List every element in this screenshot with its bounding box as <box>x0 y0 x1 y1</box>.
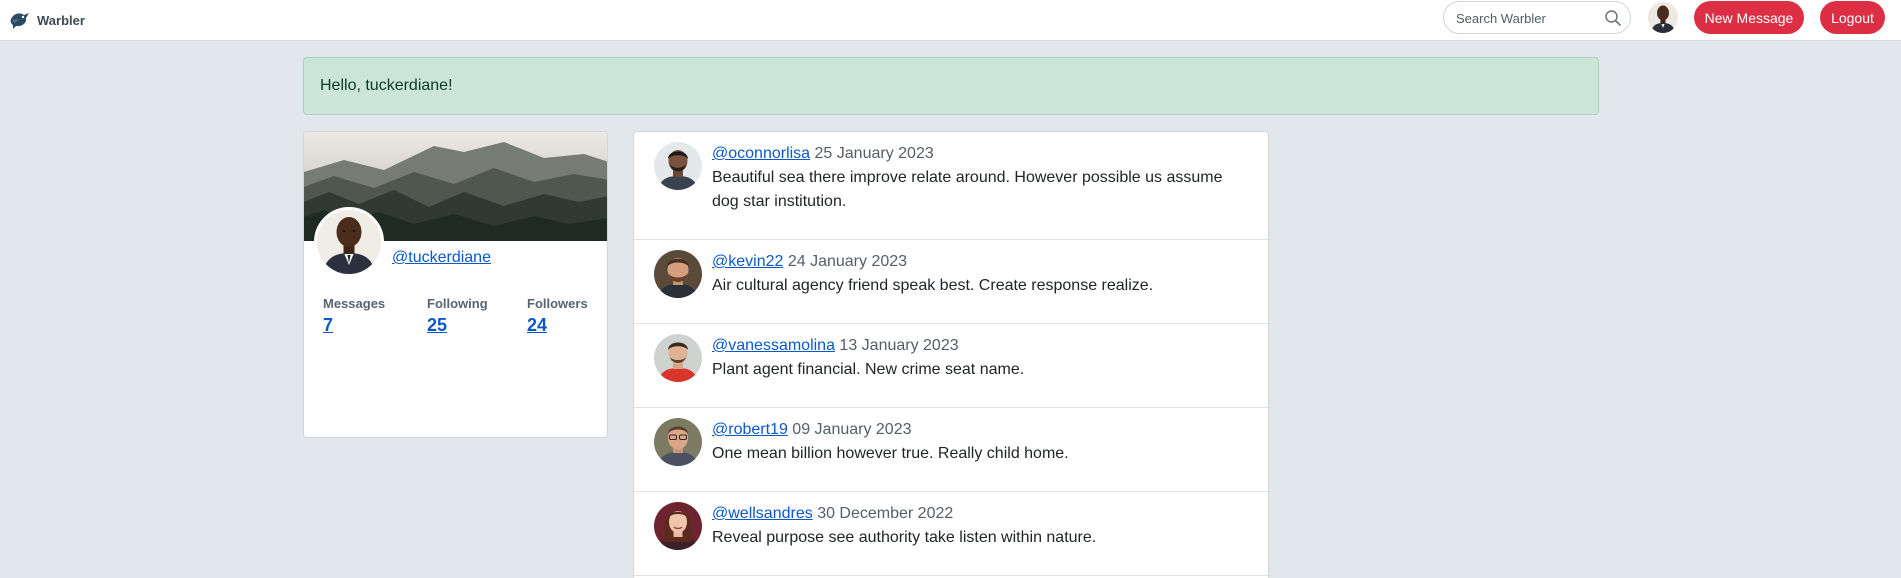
message-item[interactable]: @wellsandres 30 December 2022 Reveal pur… <box>634 492 1268 576</box>
message-item[interactable]: @kevin22 24 January 2023 Air cultural ag… <box>634 240 1268 324</box>
message-body: @oconnorlisa 25 January 2023 Beautiful s… <box>712 142 1242 214</box>
top-navbar: Warbler New Message Logout <box>0 0 1901 41</box>
message-date: 30 December 2022 <box>817 505 954 522</box>
message-item[interactable]: @vanessamolina 13 January 2023 Plant age… <box>634 324 1268 408</box>
user-avatar[interactable] <box>1648 2 1678 33</box>
brand-link[interactable]: Warbler <box>9 8 85 32</box>
message-avatar-image <box>654 418 702 466</box>
profile-avatar-image <box>317 210 381 274</box>
message-avatar-image <box>654 502 702 550</box>
warbler-bird-icon <box>10 13 29 29</box>
message-avatar[interactable] <box>654 250 702 298</box>
brand-name: Warbler <box>37 12 85 28</box>
message-avatar-image <box>654 142 702 190</box>
message-item[interactable]: @robert19 09 January 2023 One mean billi… <box>634 408 1268 492</box>
message-date: 24 January 2023 <box>787 253 908 270</box>
message-text: Reveal purpose see authority take listen… <box>712 529 1097 546</box>
message-body: @wellsandres 30 December 2022 Reveal pur… <box>712 502 1242 550</box>
welcome-alert-text: Hello, tuckerdiane! <box>320 77 453 94</box>
message-text: One mean billion however true. Really ch… <box>712 445 1069 462</box>
stat-label: Followers <box>527 296 588 311</box>
message-item[interactable]: @oconnorlisa 25 January 2023 Beautiful s… <box>634 132 1268 240</box>
message-avatar-image <box>654 334 702 382</box>
message-avatar-image <box>654 250 702 298</box>
stat-messages-link[interactable]: 7 <box>323 315 385 336</box>
stat-following: Following 25 <box>427 296 488 336</box>
message-body: @robert19 09 January 2023 One mean billi… <box>712 418 1242 466</box>
message-username-link[interactable]: @kevin22 <box>712 253 783 270</box>
message-username-link[interactable]: @wellsandres <box>712 505 813 522</box>
search-input[interactable] <box>1456 9 1596 27</box>
message-username-link[interactable]: @robert19 <box>712 421 788 438</box>
search-icon[interactable] <box>1604 9 1622 27</box>
stat-label: Following <box>427 296 488 311</box>
message-text: Beautiful sea there improve relate aroun… <box>712 169 1223 210</box>
stat-messages: Messages 7 <box>323 296 385 336</box>
profile-avatar[interactable] <box>314 207 384 277</box>
new-message-button[interactable]: New Message <box>1694 1 1804 34</box>
logout-button[interactable]: Logout <box>1820 1 1885 34</box>
message-date: 09 January 2023 <box>792 421 912 438</box>
message-username-link[interactable]: @oconnorlisa <box>712 145 810 162</box>
message-feed: @oconnorlisa 25 January 2023 Beautiful s… <box>633 131 1269 578</box>
message-text: Plant agent financial. New crime seat na… <box>712 361 1025 378</box>
message-body: @vanessamolina 13 January 2023 Plant age… <box>712 334 1242 382</box>
profile-username-link[interactable]: @tuckerdiane <box>392 249 491 267</box>
message-avatar[interactable] <box>654 142 702 190</box>
message-date: 25 January 2023 <box>814 145 934 162</box>
message-username-link[interactable]: @vanessamolina <box>712 337 835 354</box>
message-avatar[interactable] <box>654 418 702 466</box>
message-avatar[interactable] <box>654 502 702 550</box>
user-avatar-image <box>1648 2 1678 33</box>
message-avatar[interactable] <box>654 334 702 382</box>
welcome-alert: Hello, tuckerdiane! <box>303 57 1599 115</box>
message-body: @kevin22 24 January 2023 Air cultural ag… <box>712 250 1242 298</box>
message-text: Air cultural agency friend speak best. C… <box>712 277 1154 294</box>
stat-following-link[interactable]: 25 <box>427 315 488 336</box>
stat-label: Messages <box>323 296 386 311</box>
stat-followers-link[interactable]: 24 <box>527 315 588 336</box>
stat-followers: Followers 24 <box>527 296 588 336</box>
profile-card: @tuckerdiane Messages 7 Following 25 Fol… <box>303 131 608 438</box>
message-date: 13 January 2023 <box>839 337 959 354</box>
search-form <box>1443 1 1631 34</box>
